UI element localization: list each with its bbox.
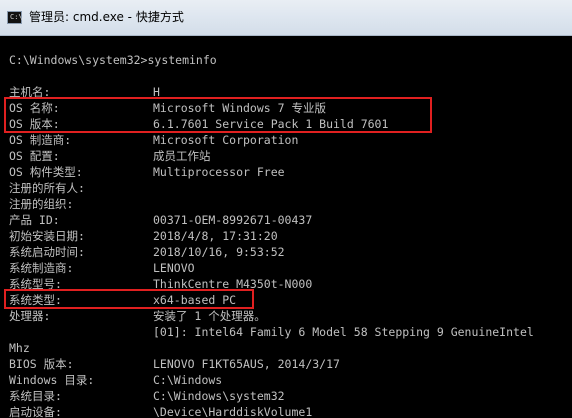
cmd-console-icon[interactable]: C:\ xyxy=(7,11,23,24)
info-value: Multiprocessor Free xyxy=(153,165,285,179)
info-value: 00371-OEM-8992671-00437 xyxy=(153,213,313,227)
info-row-os-configuration: OS 配置: 成员工作站 xyxy=(9,148,211,164)
info-label: 注册的所有人: xyxy=(9,181,85,195)
info-value: 2018/4/8, 17:31:20 xyxy=(153,229,278,243)
info-value: \Device\HarddiskVolume1 xyxy=(153,405,313,418)
info-row-boot-time: 系统启动时间: 2018/10/16, 9:53:52 xyxy=(9,244,285,260)
info-value: LENOVO xyxy=(153,261,195,275)
info-label: 启动设备: xyxy=(9,405,62,418)
info-value: C:\Windows\system32 xyxy=(153,389,285,403)
info-row-boot-device: 启动设备: \Device\HarddiskVolume1 xyxy=(9,404,312,418)
info-value: 2018/10/16, 9:53:52 xyxy=(153,245,285,259)
info-row-registered-organization: 注册的组织: xyxy=(9,196,73,212)
window-title: 管理员: cmd.exe - 快捷方式 xyxy=(29,10,184,24)
info-row-bios-version: BIOS 版本: LENOVO F1KT65AUS, 2014/3/17 xyxy=(9,356,340,372)
info-row-registered-owner: 注册的所有人: xyxy=(9,180,85,196)
info-label: 系统启动时间: xyxy=(9,245,85,259)
info-label: OS 构件类型: xyxy=(9,165,83,179)
title-bar[interactable]: C:\ 管理员: cmd.exe - 快捷方式 xyxy=(0,0,572,36)
info-label: Mhz xyxy=(9,341,30,355)
info-label: 产品 ID: xyxy=(9,213,60,227)
console-output[interactable]: C:\Windows\system32>systeminfo 主机名: H OS… xyxy=(0,36,572,418)
info-label: OS 制造商: xyxy=(9,133,72,147)
info-row-system-manufacturer: 系统制造商: LENOVO xyxy=(9,260,195,276)
info-label: BIOS 版本: xyxy=(9,357,74,371)
system-type-highlight-box xyxy=(4,289,254,309)
info-value: LENOVO F1KT65AUS, 2014/3/17 xyxy=(153,357,340,371)
os-info-highlight-box xyxy=(4,97,432,133)
info-value: 安装了 1 个处理器。 xyxy=(153,309,266,323)
info-value: 成员工作站 xyxy=(153,149,211,163)
info-label: 初始安装日期: xyxy=(9,229,85,243)
command-prompt-line: C:\Windows\system32>systeminfo xyxy=(9,53,217,67)
info-label: 系统制造商: xyxy=(9,261,74,275)
info-label: 处理器: xyxy=(9,309,51,323)
info-row-os-manufacturer: OS 制造商: Microsoft Corporation xyxy=(9,132,298,148)
info-row-install-date: 初始安装日期: 2018/4/8, 17:31:20 xyxy=(9,228,278,244)
info-value: Microsoft Corporation xyxy=(153,133,299,147)
info-label: OS 配置: xyxy=(9,149,60,163)
info-label: Windows 目录: xyxy=(9,373,95,387)
info-row-system-directory: 系统目录: C:\Windows\system32 xyxy=(9,388,285,404)
info-value: C:\Windows xyxy=(153,373,223,387)
info-row-product-id: 产品 ID: 00371-OEM-8992671-00437 xyxy=(9,212,312,228)
info-label: 系统目录: xyxy=(9,389,62,403)
info-label: 注册的组织: xyxy=(9,197,74,211)
info-row-processor: 处理器: 安装了 1 个处理器。 xyxy=(9,308,266,324)
info-row-processor-mhz: Mhz xyxy=(9,340,51,356)
info-row-os-build-type: OS 构件类型: Multiprocessor Free xyxy=(9,164,285,180)
info-row-windows-directory: Windows 目录: C:\Windows xyxy=(9,372,222,388)
cmd-window: C:\ 管理员: cmd.exe - 快捷方式 C:\Windows\syste… xyxy=(0,0,572,418)
info-value: [01]: Intel64 Family 6 Model 58 Stepping… xyxy=(153,325,534,339)
info-row-processor-detail: [01]: Intel64 Family 6 Model 58 Stepping… xyxy=(9,324,534,340)
